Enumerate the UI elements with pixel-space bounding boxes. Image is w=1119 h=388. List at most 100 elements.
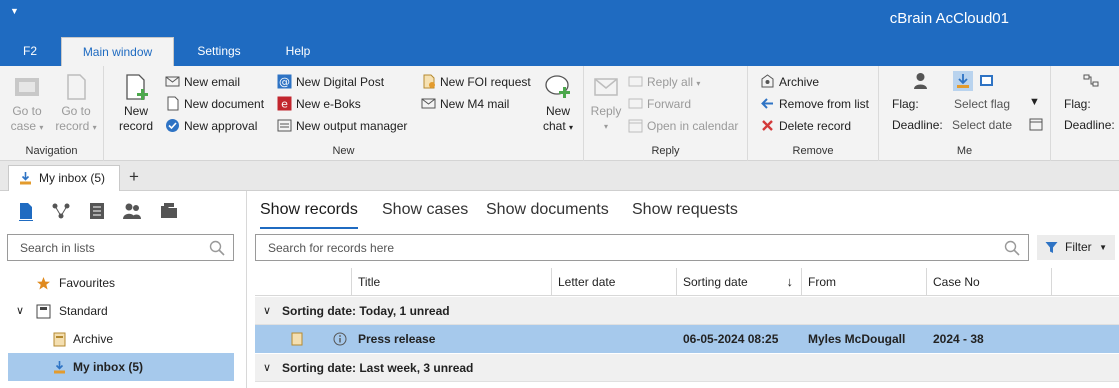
new-approval-label: New approval <box>184 119 258 133</box>
org-chart-icon[interactable] <box>1083 73 1099 89</box>
column-from[interactable]: From <box>802 268 927 296</box>
remove-from-list-button[interactable]: Remove from list <box>760 94 869 114</box>
group-header-last-week[interactable]: ∨ Sorting date: Last week, 3 unread <box>255 354 1119 382</box>
remove-from-list-label: Remove from list <box>779 97 870 111</box>
tree-item-favourites[interactable]: Favourites <box>8 269 234 297</box>
search-icon[interactable] <box>209 240 225 256</box>
record-search-input[interactable] <box>256 235 986 260</box>
chevron-down-icon[interactable]: ∨ <box>16 297 24 325</box>
record-sorting-date: 06-05-2024 08:25 <box>683 332 779 346</box>
caret-down-icon: ▼ <box>1099 243 1107 252</box>
flag-dropdown-arrow-icon[interactable]: ▼ <box>1029 96 1040 108</box>
delete-record-button[interactable]: Delete record <box>760 116 851 136</box>
go-to-record-button[interactable]: Go to record ▾ <box>53 72 99 135</box>
tab-show-cases[interactable]: Show cases <box>382 201 468 229</box>
tree-item-my-inbox[interactable]: My inbox (5) <box>8 353 234 381</box>
new-record-button[interactable]: New record <box>116 72 156 134</box>
extra-deadline-label: Deadline: <box>1064 118 1115 132</box>
add-tab-button[interactable]: + <box>129 167 139 187</box>
cases-list-icon[interactable] <box>87 201 107 221</box>
menu-tab-main-window[interactable]: Main window <box>61 37 174 66</box>
tree-item-archive[interactable]: Archive <box>8 325 234 353</box>
document-tab-strip: My inbox (5) + <box>0 161 1119 192</box>
reply-all-button[interactable]: Reply all ▾ <box>628 72 700 92</box>
menu-tab-settings[interactable]: Settings <box>186 37 252 66</box>
group-header-last-week-label: Sorting date: Last week, 3 unread <box>282 361 474 375</box>
left-panel: Favourites ∨ Standard Archive My inbox (… <box>0 191 247 388</box>
tree-item-standard[interactable]: ∨ Standard <box>8 297 234 325</box>
email-icon <box>165 76 180 87</box>
new-approval-button[interactable]: New approval <box>165 116 257 136</box>
title-bar: ▼ cBrain AcCloud01 <box>0 0 1119 37</box>
column-sorting-date[interactable]: Sorting date ↓ <box>677 268 802 296</box>
column-letter-date[interactable]: Letter date <box>552 268 677 296</box>
list-search-input[interactable] <box>8 235 198 260</box>
select-date-field[interactable]: Select date <box>952 118 1012 132</box>
new-eboks-button[interactable]: e New e-Boks <box>277 94 361 114</box>
tab-my-inbox-label: My inbox (5) <box>39 171 106 185</box>
sort-descending-icon: ↓ <box>786 274 794 289</box>
column-title[interactable]: Title <box>352 268 552 296</box>
quick-access-dropdown-icon[interactable]: ▼ <box>10 6 19 16</box>
contact-card-icon[interactable] <box>979 73 994 88</box>
go-to-case-button[interactable]: Go to case ▾ <box>6 72 48 135</box>
new-document-button[interactable]: New document <box>165 94 264 114</box>
ribbon-group-reply: Reply ▾ Reply all ▾ Forward Open in cale… <box>584 66 748 161</box>
group-header-today[interactable]: ∨ Sorting date: Today, 1 unread <box>255 297 1119 325</box>
tab-my-inbox[interactable]: My inbox (5) <box>8 165 120 192</box>
tab-show-documents[interactable]: Show documents <box>486 201 609 229</box>
arrow-left-icon <box>761 98 773 109</box>
go-to-case-icon <box>15 78 39 96</box>
record-title: Press release <box>358 332 436 346</box>
document-icon <box>167 96 179 111</box>
group-label-new: New <box>332 145 355 157</box>
contacts-icon[interactable] <box>122 201 142 221</box>
new-chat-button[interactable]: New chat ▾ <box>538 72 578 135</box>
tab-show-requests[interactable]: Show requests <box>632 201 738 229</box>
workflow-icon[interactable] <box>51 201 71 221</box>
filter-button[interactable]: Filter ▼ <box>1037 235 1115 260</box>
tab-show-records[interactable]: Show records <box>260 201 358 229</box>
chevron-down-icon[interactable]: ∨ <box>263 297 271 325</box>
column-case-no[interactable]: Case No <box>927 268 1052 296</box>
calendar-picker-icon[interactable] <box>1029 117 1043 131</box>
approval-check-icon <box>166 119 179 132</box>
table-row[interactable]: Press release 06-05-2024 08:25 Myles McD… <box>255 325 1119 353</box>
digital-post-at-icon: @ <box>277 74 292 89</box>
go-to-case-label-1: Go to <box>12 104 42 118</box>
calendar-icon <box>628 119 643 133</box>
new-foi-request-button[interactable]: New FOI request <box>421 72 531 92</box>
inbox-tray-icon[interactable] <box>953 71 973 91</box>
select-flag-dropdown[interactable]: Select flag <box>954 97 1010 111</box>
search-icon[interactable] <box>1004 240 1020 256</box>
new-m4-mail-label: New M4 mail <box>440 97 510 111</box>
chevron-down-icon[interactable]: ∨ <box>263 354 271 382</box>
menu-tab-f2[interactable]: F2 <box>12 37 48 66</box>
forward-button[interactable]: Forward <box>628 94 691 114</box>
document-icon <box>291 332 303 346</box>
new-digital-post-button[interactable]: @ New Digital Post <box>277 72 384 92</box>
caret-icon: ▾ <box>696 79 701 88</box>
group-header-today-label: Sorting date: Today, 1 unread <box>282 304 450 318</box>
new-email-button[interactable]: New email <box>165 72 240 92</box>
tree-item-favourites-label: Favourites <box>59 276 116 290</box>
new-output-manager-button[interactable]: New output manager <box>277 116 407 136</box>
archive-button[interactable]: Archive <box>760 72 819 92</box>
svg-text:e: e <box>281 98 288 111</box>
new-m4-mail-button[interactable]: New M4 mail <box>421 94 509 114</box>
column-header-row: Title Letter date Sorting date ↓ From Ca… <box>255 268 1119 296</box>
menu-tab-help[interactable]: Help <box>274 37 322 66</box>
archive-icon <box>761 74 774 88</box>
app-title: cBrain AcCloud01 <box>889 10 1009 27</box>
open-in-calendar-button[interactable]: Open in calendar <box>628 116 738 136</box>
info-icon[interactable] <box>333 332 347 346</box>
record-case-no: 2024 - 38 <box>933 332 984 346</box>
records-list-icon[interactable] <box>16 201 36 221</box>
folders-icon[interactable] <box>159 201 179 221</box>
main-area: Show records Show cases Show documents S… <box>248 191 1119 388</box>
record-search <box>255 234 1029 261</box>
reply-button[interactable]: Reply ▾ <box>588 72 624 134</box>
new-email-label: New email <box>184 75 241 89</box>
new-record-label-2: record <box>118 119 153 133</box>
new-foi-request-label: New FOI request <box>440 75 531 89</box>
